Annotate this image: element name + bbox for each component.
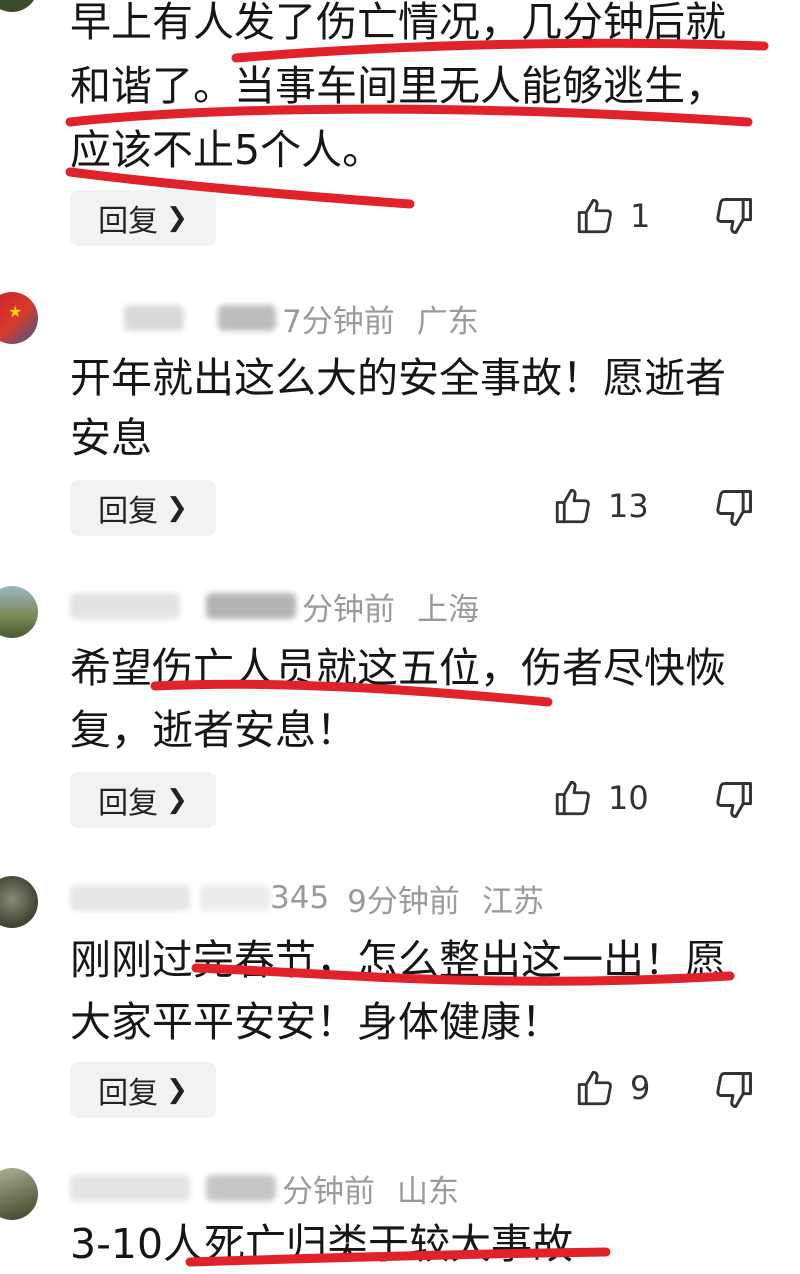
comment-location: 广东 [416, 303, 479, 340]
avatar[interactable] [0, 586, 38, 638]
comment-meta: 7分钟前 广东 [70, 298, 479, 340]
comment-time: 7分钟前 [282, 303, 395, 340]
reply-label: 回复 [98, 786, 159, 821]
comment-location: 江苏 [481, 883, 544, 920]
thumbs-down-icon[interactable] [712, 194, 756, 238]
comment-text-line: 大家平平安安！身体健康！ [70, 998, 562, 1046]
username-redacted[interactable] [218, 305, 276, 331]
comment-meta: 345 9分钟前 江苏 [70, 878, 544, 920]
reply-label: 回复 [98, 204, 159, 239]
comment-text-line: 希望伤亡人员就这五位，伤者尽快恢 [70, 644, 726, 692]
chevron-right-icon: ❯ [166, 203, 188, 233]
reply-label: 回复 [98, 1076, 159, 1111]
comment-meta: 分钟前 山东 [70, 1168, 459, 1210]
avatar[interactable] [0, 876, 38, 928]
comment-text-line: 早上有人发了伤亡情况，几分钟后就 [70, 0, 726, 46]
chevron-right-icon: ❯ [166, 1075, 188, 1105]
like-count: 10 [608, 779, 649, 817]
username-redacted[interactable] [70, 593, 180, 619]
username-redacted[interactable] [70, 1175, 190, 1201]
reply-button[interactable]: 回复 ❯ [70, 480, 216, 536]
thumbs-up-icon [577, 198, 612, 234]
comment-time: 9分钟前 [347, 883, 460, 920]
comment-text-line: 开年就出这么大的安全事故！愿逝者 [70, 354, 726, 402]
comment-meta: 分钟前 上海 [70, 586, 479, 628]
comment-text-line: 3-10人死亡归类于较大事故 [70, 1220, 574, 1268]
comment-text-line: 刚刚过完春节，怎么整出这一出！愿 [70, 936, 726, 984]
avatar[interactable]: ★ [0, 292, 38, 344]
like-count: 13 [608, 487, 649, 525]
username-redacted[interactable] [70, 885, 190, 911]
chevron-right-icon: ❯ [166, 493, 188, 523]
like-button[interactable]: 1 [574, 188, 650, 244]
username-redacted[interactable] [200, 885, 270, 911]
comment-location: 上海 [417, 591, 479, 628]
comment-text-line: 和谐了。当事车间里无人能够逃生， [70, 62, 726, 110]
avatar[interactable] [0, 1168, 38, 1220]
like-count: 9 [630, 1069, 651, 1107]
thumbs-up-icon [555, 488, 590, 524]
reply-button[interactable]: 回复 ❯ [70, 190, 216, 246]
like-count: 1 [630, 197, 651, 235]
comment-location: 山东 [397, 1173, 459, 1210]
comment-time: 分钟前 [282, 1173, 375, 1210]
comment-text-line: 安息 [70, 414, 152, 462]
reply-button[interactable]: 回复 ❯ [70, 772, 216, 828]
like-button[interactable]: 9 [574, 1060, 650, 1116]
thumbs-down-icon[interactable] [712, 1068, 756, 1112]
chevron-right-icon: ❯ [166, 785, 188, 815]
comment-text-line: 复，逝者安息！ [70, 706, 357, 754]
username-redacted[interactable] [206, 1175, 276, 1201]
username-redacted[interactable] [124, 305, 184, 331]
like-button[interactable]: 13 [552, 478, 649, 534]
thumbs-down-icon[interactable] [712, 486, 756, 530]
like-button[interactable]: 10 [552, 770, 649, 826]
username-redacted[interactable] [206, 593, 296, 619]
thumbs-up-icon [555, 780, 590, 816]
username-partial[interactable]: 345 [270, 880, 329, 916]
avatar[interactable] [0, 0, 38, 12]
comment-time: 分钟前 [302, 591, 395, 628]
thumbs-up-icon [577, 1070, 612, 1106]
comment-text-line: 应该不止5个人。 [70, 126, 384, 174]
reply-label: 回复 [98, 494, 159, 529]
thumbs-down-icon[interactable] [712, 778, 756, 822]
reply-button[interactable]: 回复 ❯ [70, 1062, 216, 1118]
